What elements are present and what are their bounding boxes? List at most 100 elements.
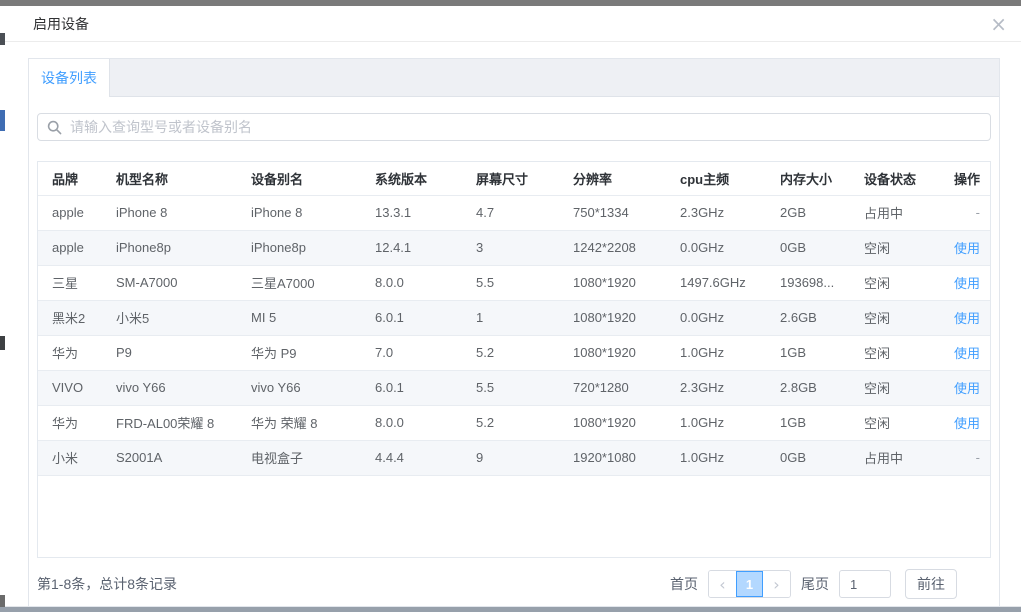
device-list-card: 设备列表 品牌机型名称设备别名系统版本屏幕尺寸分 xyxy=(28,58,1000,607)
table-row: 三星SM-A7000三星A70008.0.05.51080*19201497.6… xyxy=(38,265,990,300)
brand-cell: 三星 xyxy=(38,265,102,300)
device-status-cell: 占用中 xyxy=(850,440,946,475)
resolution-cell: 1080*1920 xyxy=(559,335,666,370)
go-button[interactable]: 前往 xyxy=(905,569,957,599)
current-page-button[interactable]: 1 xyxy=(736,571,763,597)
resolution-cell: 1080*1920 xyxy=(559,405,666,440)
no-action-dash: - xyxy=(976,450,980,465)
use-link[interactable]: 使用 xyxy=(954,241,980,256)
screen-size-cell: 1 xyxy=(462,300,559,335)
use-link[interactable]: 使用 xyxy=(954,311,980,326)
page-number-input[interactable] xyxy=(839,570,891,598)
cpu-frequency-cell: 1.0GHz xyxy=(666,440,766,475)
screen-size-cell: 5.5 xyxy=(462,265,559,300)
memory-cell: 2GB xyxy=(766,195,850,230)
model-name-cell: FRD-AL00荣耀 8 xyxy=(102,405,237,440)
cpu-frequency-cell: 2.3GHz xyxy=(666,370,766,405)
memory-cell: 1GB xyxy=(766,405,850,440)
column-header: 操作 xyxy=(946,162,990,195)
memory-cell: 1GB xyxy=(766,335,850,370)
brand-cell: apple xyxy=(38,230,102,265)
memory-cell: 0GB xyxy=(766,230,850,265)
use-link[interactable]: 使用 xyxy=(954,346,980,361)
last-page-button[interactable]: 尾页 xyxy=(801,574,829,594)
resolution-cell: 720*1280 xyxy=(559,370,666,405)
card-body: 品牌机型名称设备别名系统版本屏幕尺寸分辨率cpu主频内存大小设备状态操作 app… xyxy=(29,97,999,606)
device-alias-cell: iPhone8p xyxy=(237,230,361,265)
table-row: appleiPhone8piPhone8p12.4.131242*22080.0… xyxy=(38,230,990,265)
screen-size-cell: 5.5 xyxy=(462,370,559,405)
tab-device-list[interactable]: 设备列表 xyxy=(29,59,110,97)
table-row: VIVOvivo Y66vivo Y666.0.15.5720*12802.3G… xyxy=(38,370,990,405)
os-version-cell: 6.0.1 xyxy=(361,300,462,335)
device-alias-cell: MI 5 xyxy=(237,300,361,335)
action-cell: 使用 xyxy=(946,300,990,335)
column-header: 机型名称 xyxy=(102,162,237,195)
device-status-cell: 空闲 xyxy=(850,265,946,300)
table-header-row: 品牌机型名称设备别名系统版本屏幕尺寸分辨率cpu主频内存大小设备状态操作 xyxy=(38,162,990,195)
screen-size-cell: 5.2 xyxy=(462,335,559,370)
use-link[interactable]: 使用 xyxy=(954,276,980,291)
device-status-cell: 占用中 xyxy=(850,195,946,230)
brand-cell: 华为 xyxy=(38,405,102,440)
os-version-cell: 7.0 xyxy=(361,335,462,370)
screen-size-cell: 9 xyxy=(462,440,559,475)
brand-cell: 小米 xyxy=(38,440,102,475)
device-status-cell: 空闲 xyxy=(850,300,946,335)
action-cell: - xyxy=(946,195,990,230)
brand-cell: 华为 xyxy=(38,335,102,370)
pager-group: ‹ 1 › xyxy=(708,570,791,598)
resolution-cell: 750*1334 xyxy=(559,195,666,230)
use-link[interactable]: 使用 xyxy=(954,416,980,431)
os-version-cell: 12.4.1 xyxy=(361,230,462,265)
screen-size-cell: 3 xyxy=(462,230,559,265)
resolution-cell: 1242*2208 xyxy=(559,230,666,265)
cpu-frequency-cell: 1.0GHz xyxy=(666,405,766,440)
device-status-cell: 空闲 xyxy=(850,335,946,370)
table-row: 黑米2小米5MI 56.0.111080*19200.0GHz2.6GB空闲使用 xyxy=(38,300,990,335)
device-status-cell: 空闲 xyxy=(850,405,946,440)
cpu-frequency-cell: 2.3GHz xyxy=(666,195,766,230)
device-alias-cell: 华为 荣耀 8 xyxy=(237,405,361,440)
column-header: 品牌 xyxy=(38,162,102,195)
table-row: 华为P9华为 P97.05.21080*19201.0GHz1GB空闲使用 xyxy=(38,335,990,370)
screen-size-cell: 5.2 xyxy=(462,405,559,440)
memory-cell: 193698... xyxy=(766,265,850,300)
search-icon xyxy=(47,120,62,135)
close-icon[interactable]: × xyxy=(988,14,1009,34)
table-row: 小米S2001A电视盒子4.4.491920*10801.0GHz0GB占用中- xyxy=(38,440,990,475)
table-body: appleiPhone 8iPhone 813.3.14.7750*13342.… xyxy=(38,195,990,475)
table-row: 华为FRD-AL00荣耀 8华为 荣耀 88.0.05.21080*19201.… xyxy=(38,405,990,440)
resolution-cell: 1920*1080 xyxy=(559,440,666,475)
action-cell: 使用 xyxy=(946,335,990,370)
resolution-cell: 1080*1920 xyxy=(559,300,666,335)
prev-page-icon[interactable]: ‹ xyxy=(709,571,736,597)
column-header: 屏幕尺寸 xyxy=(462,162,559,195)
use-link[interactable]: 使用 xyxy=(954,381,980,396)
dialog-header: 启用设备 × xyxy=(5,6,1021,42)
device-alias-cell: iPhone 8 xyxy=(237,195,361,230)
column-header: 设备状态 xyxy=(850,162,946,195)
brand-cell: VIVO xyxy=(38,370,102,405)
os-version-cell: 4.4.4 xyxy=(361,440,462,475)
cpu-frequency-cell: 0.0GHz xyxy=(666,300,766,335)
model-name-cell: iPhone 8 xyxy=(102,195,237,230)
brand-cell: 黑米2 xyxy=(38,300,102,335)
resolution-cell: 1080*1920 xyxy=(559,265,666,300)
model-name-cell: S2001A xyxy=(102,440,237,475)
column-header: 内存大小 xyxy=(766,162,850,195)
action-cell: 使用 xyxy=(946,405,990,440)
search-input[interactable] xyxy=(70,119,981,135)
os-version-cell: 13.3.1 xyxy=(361,195,462,230)
brand-cell: apple xyxy=(38,195,102,230)
model-name-cell: 小米5 xyxy=(102,300,237,335)
device-alias-cell: 电视盒子 xyxy=(237,440,361,475)
table-row: appleiPhone 8iPhone 813.3.14.7750*13342.… xyxy=(38,195,990,230)
search-box[interactable] xyxy=(37,113,991,141)
action-cell: 使用 xyxy=(946,230,990,265)
first-page-button[interactable]: 首页 xyxy=(670,574,698,594)
next-page-icon[interactable]: › xyxy=(763,571,790,597)
action-cell: 使用 xyxy=(946,370,990,405)
pagination-summary: 第1-8条，总计8条记录 xyxy=(37,574,670,594)
screen-size-cell: 4.7 xyxy=(462,195,559,230)
